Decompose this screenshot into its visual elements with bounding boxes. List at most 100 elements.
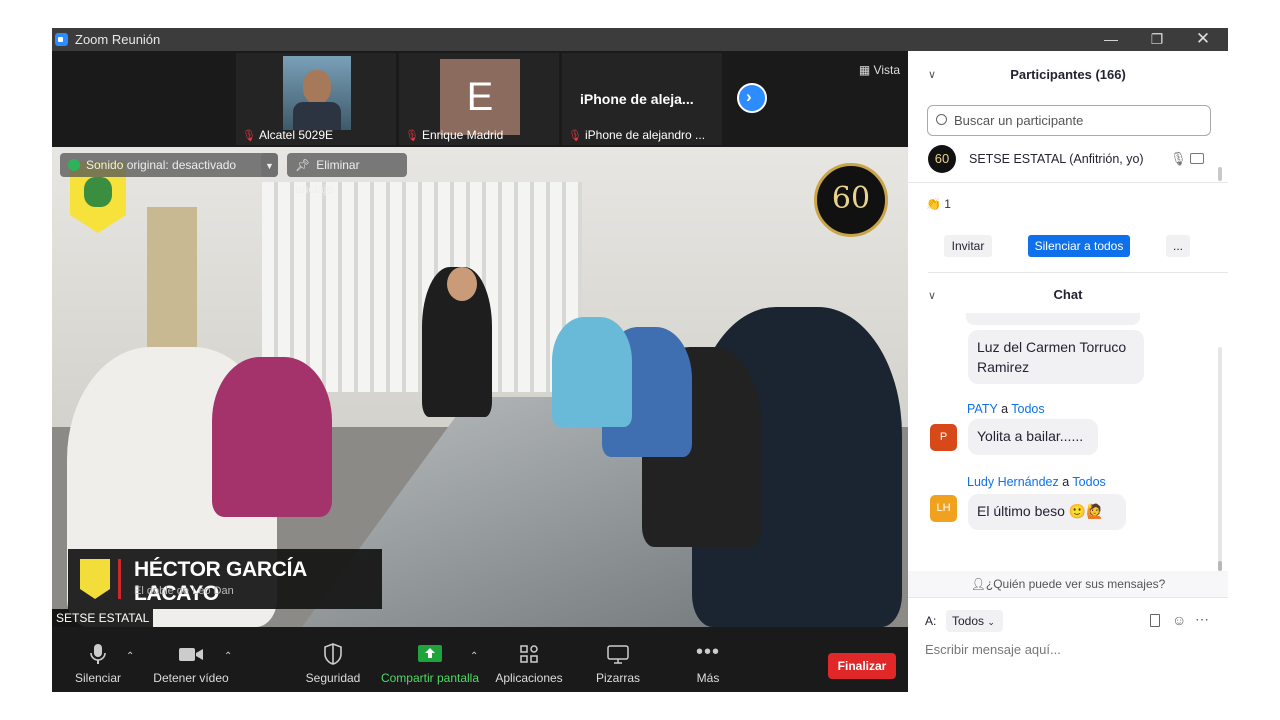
thumbnail-label: Enrique Madrid (421, 128, 504, 142)
share-screen-icon (418, 645, 442, 662)
chat-avatar: LH (930, 495, 957, 522)
mute-all-button[interactable]: Silenciar a todos (1028, 235, 1130, 257)
microphone-icon (90, 644, 106, 664)
nameplate-subtitle: El doble de Leo Dan (134, 585, 234, 597)
thumbnail-name: 🎙︎ iPhone de alejandro ... (568, 128, 718, 142)
person-privacy-icon: 👤︎ (970, 577, 986, 591)
end-meeting-button[interactable]: Finalizar (828, 653, 896, 679)
chat-avatar: P (930, 424, 957, 451)
chat-recipient[interactable]: Todos (1072, 475, 1105, 489)
chat-recipient[interactable]: Todos (1011, 402, 1044, 416)
nameplate-logo (80, 559, 110, 599)
original-sound-dropdown[interactable]: ▼ (261, 153, 278, 177)
next-page-button[interactable]: › (737, 83, 767, 113)
view-label: Vista (873, 63, 900, 77)
apps-label: Aplicaciones (495, 671, 563, 685)
window-title: Zoom Reunión (75, 32, 161, 47)
participants-scrollbar[interactable] (1218, 167, 1222, 181)
unpin-button[interactable]: 📌︎ Eliminar anclaje (287, 153, 407, 196)
microphone-icon[interactable]: 🎙︎ (1170, 151, 1187, 167)
grid-view-icon: ▦ (858, 63, 871, 77)
whiteboard-icon (607, 645, 629, 664)
side-panel: ∨ Participantes (166) Buscar un particip… (908, 51, 1228, 692)
participant-search-input[interactable]: Buscar un participante (927, 105, 1211, 136)
chat-a-word: a (1001, 402, 1009, 416)
thumbnail-title: iPhone de aleja... (580, 91, 694, 107)
search-placeholder: Buscar un participante (954, 113, 1084, 128)
chevron-right-icon: › (746, 87, 752, 106)
thumbnail-enrique[interactable]: E 🎙︎ Enrique Madrid (399, 53, 559, 145)
mic-muted-icon: 🎙︎ (568, 130, 582, 142)
audio-options-caret[interactable]: ⌃ (126, 651, 134, 662)
main-video: Sonido original: desactivado ▼ 📌︎ Elimina… (52, 147, 908, 627)
video-options-caret[interactable]: ⌃ (224, 651, 232, 662)
chat-sender[interactable]: Ludy Hernández (967, 475, 1059, 489)
host-avatar: 60 (928, 145, 956, 173)
divider (908, 182, 1228, 183)
mute-label: Silenciar (74, 671, 122, 685)
who-can-see-label: ¿Quién puede ver sus mensajes? (985, 577, 1166, 591)
thumbnail-label: iPhone de alejandro ... (584, 128, 706, 142)
invite-button[interactable]: Invitar (944, 235, 992, 257)
thumbnail-alcatel[interactable]: 🎙︎ Alcatel 5029E (236, 53, 396, 145)
security-label: Seguridad (305, 671, 361, 685)
participants-more-button[interactable]: ... (1166, 235, 1190, 257)
clapping-hands-icon: 👏 (926, 197, 941, 211)
initial-avatar: E (440, 59, 520, 135)
share-screen-button[interactable]: Compartir pantalla (378, 643, 482, 685)
chat-message-input[interactable]: Escribir mensaje aquí... (925, 642, 1215, 664)
thumbnail-name: 🎙︎ Alcatel 5029E (242, 128, 392, 142)
raised-hands-count: 👏 1 (926, 197, 951, 211)
stop-video-label: Detener vídeo (153, 671, 229, 685)
nameplate-name: HÉCTOR GARCÍA LACAYO (134, 558, 307, 605)
share-options-caret[interactable]: ⌃ (470, 651, 478, 662)
more-button[interactable]: ••• Más (680, 641, 736, 685)
participant-row-host[interactable]: 60 SETSE ESTATAL (Anfitrión, yo) 🎙︎ (928, 145, 1218, 175)
whiteboards-button[interactable]: Pizarras (590, 643, 646, 685)
minimize-button[interactable]: — (1096, 30, 1126, 48)
pin-icon: 📌︎ (295, 158, 311, 172)
participant-video (283, 56, 351, 130)
view-button[interactable]: ▦ Vista (859, 63, 900, 77)
to-label: A: (925, 614, 937, 628)
title-bar: Zoom Reunión — ❐ ✕ (52, 28, 1228, 51)
security-button[interactable]: Seguridad (302, 643, 364, 685)
apps-button[interactable]: Aplicaciones (492, 643, 566, 685)
chevron-down-icon: ⌄ (987, 617, 995, 627)
stop-video-button[interactable]: Detener vídeo (150, 643, 232, 685)
thumbnail-name: 🎙︎ Enrique Madrid (405, 128, 555, 142)
chat-sender[interactable]: PATY (967, 402, 998, 416)
chat-scrollbar-thumb[interactable] (1218, 561, 1222, 571)
original-sound-toggle[interactable]: Sonido original: desactivado (60, 153, 278, 177)
apps-icon (520, 645, 538, 663)
zoom-window: Zoom Reunión — ❐ ✕ 🎙︎ Alcatel 5029E E 🎙︎ E… (52, 28, 1228, 692)
mic-muted-icon: 🎙︎ (405, 130, 419, 142)
chat-message-text: Yolita a bailar...... (968, 419, 1098, 455)
person-right-fourth (552, 317, 632, 427)
speaker-nameplate: HÉCTOR GARCÍA LACAYO El doble de Leo Dan (68, 549, 382, 609)
shield-check-icon (68, 159, 80, 171)
mute-button[interactable]: Silenciar (70, 643, 126, 685)
chat-more-icon[interactable]: ⋯ (1195, 611, 1209, 628)
video-camera-icon (179, 648, 203, 661)
host-name: SETSE ESTATAL (Anfitrión, yo) (969, 152, 1144, 166)
mic-muted-icon: 🎙︎ (242, 130, 256, 142)
close-button[interactable]: ✕ (1188, 30, 1218, 48)
participants-header: Participantes (166) (1010, 67, 1126, 82)
recipient-select[interactable]: Todos ⌄ (946, 610, 1003, 632)
room-door (147, 207, 197, 357)
file-icon[interactable] (1150, 614, 1160, 627)
thumbnail-label: Alcatel 5029E (258, 128, 334, 142)
whiteboards-label: Pizarras (595, 671, 640, 685)
chat-a-word: a (1062, 475, 1070, 489)
thumbnail-iphone[interactable]: iPhone de aleja... 🎙︎ iPhone de alejandro… (562, 53, 722, 145)
video-camera-icon[interactable] (1190, 153, 1204, 164)
chat-scrollbar-track[interactable] (1218, 347, 1222, 569)
zoom-logo-icon (55, 33, 68, 46)
restore-button[interactable]: ❐ (1142, 30, 1172, 48)
emoji-icon[interactable]: ☺ (1172, 612, 1186, 628)
who-can-see-link[interactable]: 👤︎¿Quién puede ver sus mensajes? (908, 571, 1228, 597)
recipient-value: Todos (952, 614, 985, 628)
anniversary-60-logo: 60 (814, 163, 888, 237)
more-dots-icon: ••• (695, 641, 720, 663)
